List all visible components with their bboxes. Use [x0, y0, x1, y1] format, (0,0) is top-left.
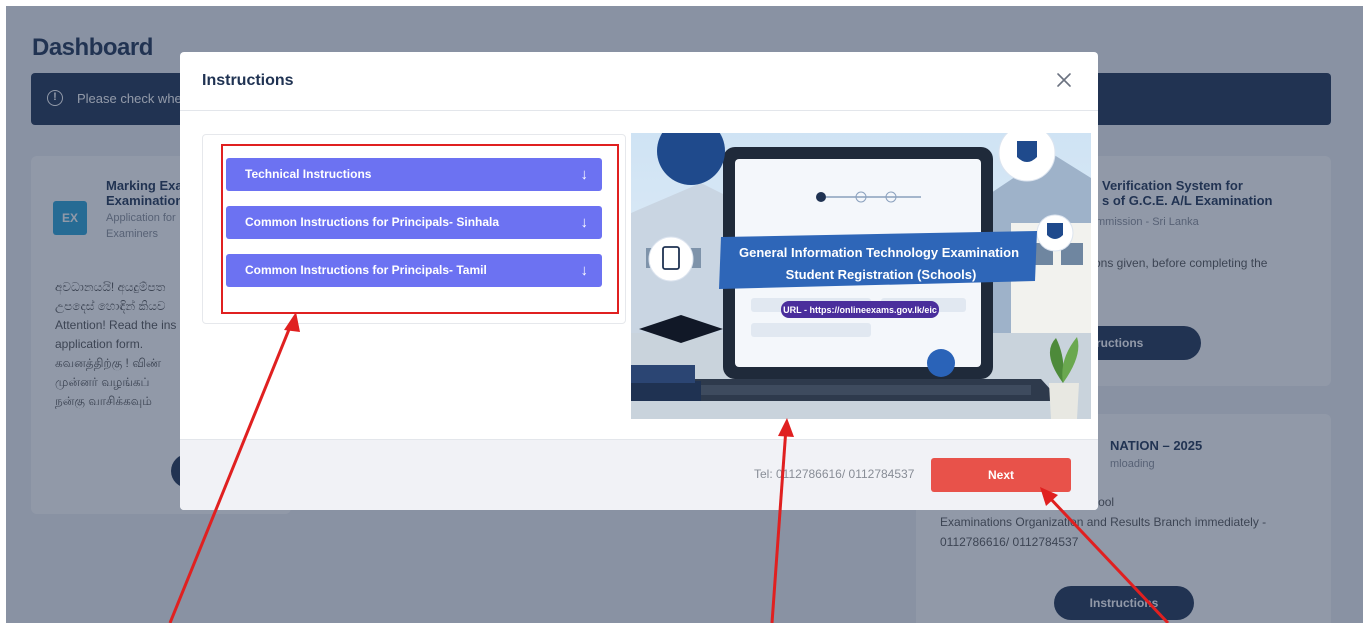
- instructions-accordion: Technical Instructions ↓ Common Instruct…: [202, 134, 626, 324]
- arrow-down-icon: ↓: [580, 214, 589, 231]
- accordion-technical-instructions[interactable]: Technical Instructions ↓: [226, 158, 602, 191]
- arrow-down-icon: ↓: [580, 166, 589, 183]
- modal-footer: Tel: 0112786616/ 0112784537 Next: [180, 439, 1098, 510]
- accordion-principals-tamil[interactable]: Common Instructions for Principals- Tami…: [226, 254, 602, 287]
- accordion-principals-sinhala[interactable]: Common Instructions for Principals- Sinh…: [226, 206, 602, 239]
- modal-title: Instructions: [202, 72, 294, 89]
- next-button[interactable]: Next: [931, 458, 1071, 492]
- accordion-label: Technical Instructions: [245, 167, 372, 181]
- accordion-label: Common Instructions for Principals- Sinh…: [245, 215, 500, 229]
- banner-illustration: General Information Technology Examinati…: [631, 133, 1091, 419]
- accordion-label: Common Instructions for Principals- Tami…: [245, 263, 487, 277]
- banner-line2: Student Registration (Schools): [786, 267, 977, 282]
- instructions-modal: Instructions Technical Instructions ↓ Co…: [180, 52, 1098, 510]
- banner-line1: General Information Technology Examinati…: [739, 245, 1019, 260]
- contact-tel: Tel: 0112786616/ 0112784537: [754, 467, 915, 481]
- modal-header: Instructions: [180, 52, 1098, 111]
- close-icon[interactable]: [1052, 68, 1076, 92]
- registration-banner-image: General Information Technology Examinati…: [631, 133, 1091, 419]
- banner-url: URL - https://onlineexams.gov.lk/eic: [783, 305, 937, 315]
- arrow-down-icon: ↓: [580, 262, 589, 279]
